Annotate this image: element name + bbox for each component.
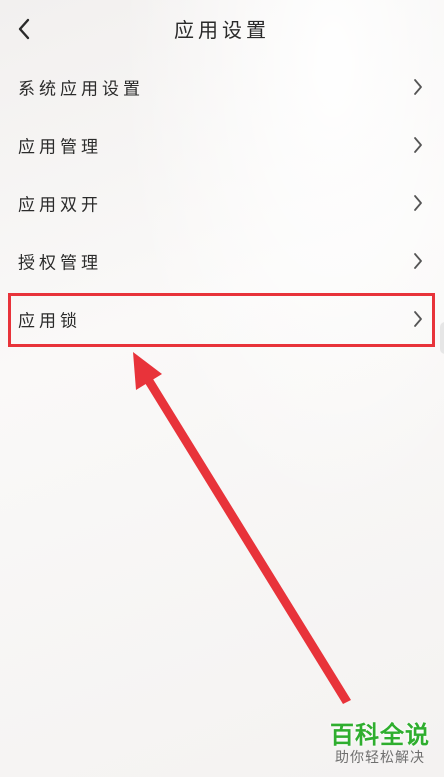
chevron-right-icon bbox=[414, 137, 422, 153]
menu-item-label: 应用锁 bbox=[18, 311, 81, 332]
chevron-right-icon bbox=[414, 253, 422, 269]
menu-item-label: 应用管理 bbox=[18, 137, 102, 158]
menu-item-app-management[interactable]: 应用管理 bbox=[0, 116, 444, 174]
watermark: 百科全说 助你轻松解决 bbox=[330, 721, 430, 767]
menu-item-app-lock[interactable]: 应用锁 bbox=[0, 290, 444, 348]
menu-item-label: 系统应用设置 bbox=[18, 79, 144, 100]
edge-scroll-handle[interactable] bbox=[440, 322, 444, 354]
menu-item-label: 应用双开 bbox=[18, 195, 102, 216]
menu-item-system-app-settings[interactable]: 系统应用设置 bbox=[0, 58, 444, 116]
watermark-subtitle: 助你轻松解决 bbox=[335, 750, 425, 766]
menu-item-permission-management[interactable]: 授权管理 bbox=[0, 232, 444, 290]
menu-item-dual-apps[interactable]: 应用双开 bbox=[0, 174, 444, 232]
chevron-right-icon bbox=[414, 79, 422, 95]
header-bar: 应用设置 bbox=[0, 0, 444, 58]
settings-list: 系统应用设置 应用管理 应用双开 授权管理 应用锁 bbox=[0, 58, 444, 348]
watermark-title: 百科全说 bbox=[330, 721, 430, 749]
chevron-right-icon bbox=[414, 195, 422, 211]
chevron-right-icon bbox=[414, 311, 422, 327]
page-title: 应用设置 bbox=[174, 18, 270, 42]
menu-item-label: 授权管理 bbox=[18, 253, 102, 274]
